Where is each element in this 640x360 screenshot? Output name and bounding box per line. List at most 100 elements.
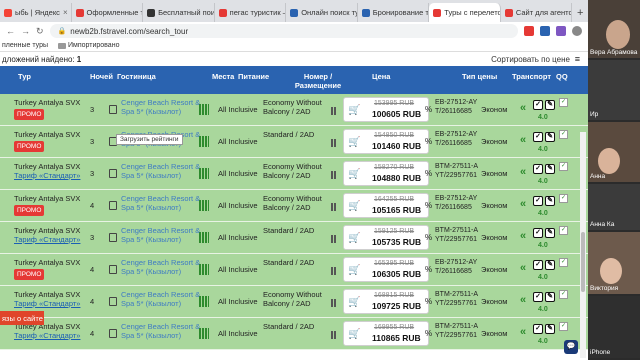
edit-icon[interactable]: ✎ [545, 228, 555, 238]
header-price-type[interactable]: Тип цены [462, 72, 497, 81]
table-row[interactable]: Turkey Antalya SVXПРОМО3Cenger Beach Res… [0, 126, 588, 158]
flight-direction-icon[interactable]: « [520, 134, 526, 146]
flight-direction-icon[interactable]: « [520, 326, 526, 338]
menu-icon[interactable]: ≡ [575, 54, 580, 64]
header-hotel[interactable]: Гостиница [117, 72, 156, 81]
room-stats-icon[interactable] [331, 267, 338, 275]
table-row[interactable]: Turkey Antalya SVX Тариф «Стандарт» 4 Cenge… [0, 318, 588, 350]
checkbox-icon[interactable]: ✓ [533, 324, 543, 334]
scrollbar-thumb[interactable] [581, 232, 585, 292]
price-button[interactable]: 🛒 165395 RUB 106305 RUB [343, 257, 429, 282]
table-row[interactable]: Turkey Antalya SVX Тариф «Стандарт» 3 Cenge… [0, 158, 588, 190]
reload-icon[interactable]: ↻ [36, 26, 44, 37]
table-row[interactable]: Turkey Antalya SVXПРОМО3Cenger Beach Res… [0, 94, 588, 126]
flight-direction-icon[interactable]: « [520, 230, 526, 242]
table-row[interactable]: Turkey Antalya SVX ПРОМО 4 Cenger Beach Res… [0, 190, 588, 222]
qq-checkbox[interactable]: ✓ [559, 194, 568, 203]
sort-by-price[interactable]: Сортировать по цене [491, 55, 570, 64]
chat-icon[interactable]: 💬 [564, 340, 578, 354]
edit-icon[interactable]: ✎ [545, 164, 555, 174]
tour-name[interactable]: Turkey Antalya SVX [14, 290, 86, 299]
room-stats-icon[interactable] [331, 139, 338, 147]
checkbox-icon[interactable]: ✓ [533, 228, 543, 238]
extension-icon[interactable] [540, 26, 550, 36]
browser-tab[interactable]: Сайт для агентств× [501, 3, 573, 22]
bookmark-item[interactable]: Импортировано [68, 42, 119, 49]
new-tab-icon[interactable]: + [572, 3, 588, 22]
room-stats-icon[interactable] [331, 331, 338, 339]
tour-name[interactable]: Turkey Antalya SVX [14, 98, 86, 107]
flight-direction-icon[interactable]: « [520, 102, 526, 114]
room-stats-icon[interactable] [331, 299, 338, 307]
hotel-link[interactable]: Cenger Beach Resort & Spa 5* (Кызылот) [121, 322, 207, 340]
room-stats-icon[interactable] [331, 107, 338, 115]
qq-checkbox[interactable]: ✓ [559, 226, 568, 235]
browser-tab[interactable]: ыбь | Яндекс × [0, 3, 72, 22]
qq-checkbox[interactable]: ✓ [559, 130, 568, 139]
browser-tab[interactable]: Туры с перелетом× [429, 3, 501, 22]
qq-checkbox[interactable]: ✓ [559, 290, 568, 299]
header-nights[interactable]: Ночей [90, 72, 113, 81]
hotel-info-icon[interactable] [109, 297, 117, 306]
qq-checkbox[interactable]: ✓ [559, 322, 568, 331]
header-qq[interactable]: QQ [556, 72, 568, 81]
participant-tile[interactable]: Виктория [588, 232, 640, 294]
hotel-link[interactable]: Cenger Beach Resort & Spa 5* (Кызылот) [121, 258, 207, 276]
edit-icon[interactable]: ✎ [545, 324, 555, 334]
qq-checkbox[interactable]: ✓ [559, 258, 568, 267]
profile-icon[interactable] [572, 26, 582, 36]
participant-tile[interactable]: Вера Абрамова [588, 0, 640, 58]
browser-tab[interactable]: Бесплатный поиск т× [143, 3, 215, 22]
tour-name[interactable]: Turkey Antalya SVX [14, 162, 86, 171]
tariff-link[interactable]: Тариф «Стандарт» [14, 299, 80, 308]
table-row[interactable]: Turkey Antalya SVX ПРОМО 4 Cenger Beach Res… [0, 254, 588, 286]
hotel-link[interactable]: Cenger Beach Resort & Spa 5* (Кызылот) [121, 162, 207, 180]
table-row[interactable]: Turkey Antalya SVX Тариф «Стандарт» 3 Cenge… [0, 222, 588, 254]
address-bar[interactable]: 🔒 newb2b.fstravel.com/search_tour [49, 24, 518, 38]
hotel-info-icon[interactable] [109, 233, 117, 242]
room-stats-icon[interactable] [331, 235, 338, 243]
price-button[interactable]: 🛒 158270 RUB 104880 RUB [343, 161, 429, 186]
price-button[interactable]: 🛒 164255 RUB 105165 RUB [343, 193, 429, 218]
tariff-link[interactable]: Тариф «Стандарт» [14, 331, 80, 340]
edit-icon[interactable]: ✎ [545, 260, 555, 270]
extension-icon[interactable] [524, 26, 534, 36]
hotel-info-icon[interactable] [109, 169, 117, 178]
header-room[interactable]: Номер / Размещение [288, 72, 348, 90]
qq-checkbox[interactable]: ✓ [559, 162, 568, 171]
browser-tab[interactable]: Оформленные тур× [72, 3, 144, 22]
extension-icon[interactable] [556, 26, 566, 36]
room-stats-icon[interactable] [331, 171, 338, 179]
checkbox-icon[interactable]: ✓ [533, 196, 543, 206]
price-button[interactable]: 🛒 153995 RUB 100605 RUB [343, 97, 429, 122]
edit-icon[interactable]: ✎ [545, 196, 555, 206]
price-button[interactable]: 🛒 159125 RUB 105735 RUB [343, 225, 429, 250]
header-places[interactable]: Места [212, 72, 234, 81]
tour-name[interactable]: Turkey Antalya SVX [14, 130, 86, 139]
participant-tile[interactable]: Анна Ка [588, 184, 640, 230]
hotel-link[interactable]: Cenger Beach Resort & Spa 5* (Кызылот) [121, 98, 207, 116]
feedback-button[interactable]: язы о сайте [0, 311, 44, 325]
hotel-info-icon[interactable] [109, 265, 117, 274]
qq-checkbox[interactable]: ✓ [559, 98, 568, 107]
participant-tile[interactable]: Анна [588, 122, 640, 182]
browser-tab[interactable]: Бронирование тура× [358, 3, 430, 22]
header-price[interactable]: Цена [372, 72, 390, 81]
hotel-info-icon[interactable] [109, 105, 117, 114]
checkbox-icon[interactable]: ✓ [533, 100, 543, 110]
hotel-info-icon[interactable] [109, 329, 117, 338]
browser-tab[interactable]: Онлайн поиск туро× [286, 3, 358, 22]
header-tour[interactable]: Тур [18, 72, 31, 81]
hotel-info-icon[interactable] [109, 201, 117, 210]
flight-direction-icon[interactable]: « [520, 262, 526, 274]
hotel-link[interactable]: Cenger Beach Resort & Spa 5* (Кызылот) [121, 194, 207, 212]
flight-direction-icon[interactable]: « [520, 294, 526, 306]
tariff-link[interactable]: Тариф «Стандарт» [14, 171, 80, 180]
bookmark-item[interactable]: пленные туры [2, 42, 48, 49]
price-button[interactable]: 🛒 168815 RUB 109725 RUB [343, 289, 429, 314]
table-row[interactable]: Turkey Antalya SVX Тариф «Стандарт» 4 Cenge… [0, 286, 588, 318]
hotel-link[interactable]: Cenger Beach Resort & Spa 5* (Кызылот) [121, 290, 207, 308]
tariff-link[interactable]: Тариф «Стандарт» [14, 235, 80, 244]
checkbox-icon[interactable]: ✓ [533, 132, 543, 142]
tour-name[interactable]: Turkey Antalya SVX [14, 194, 86, 203]
